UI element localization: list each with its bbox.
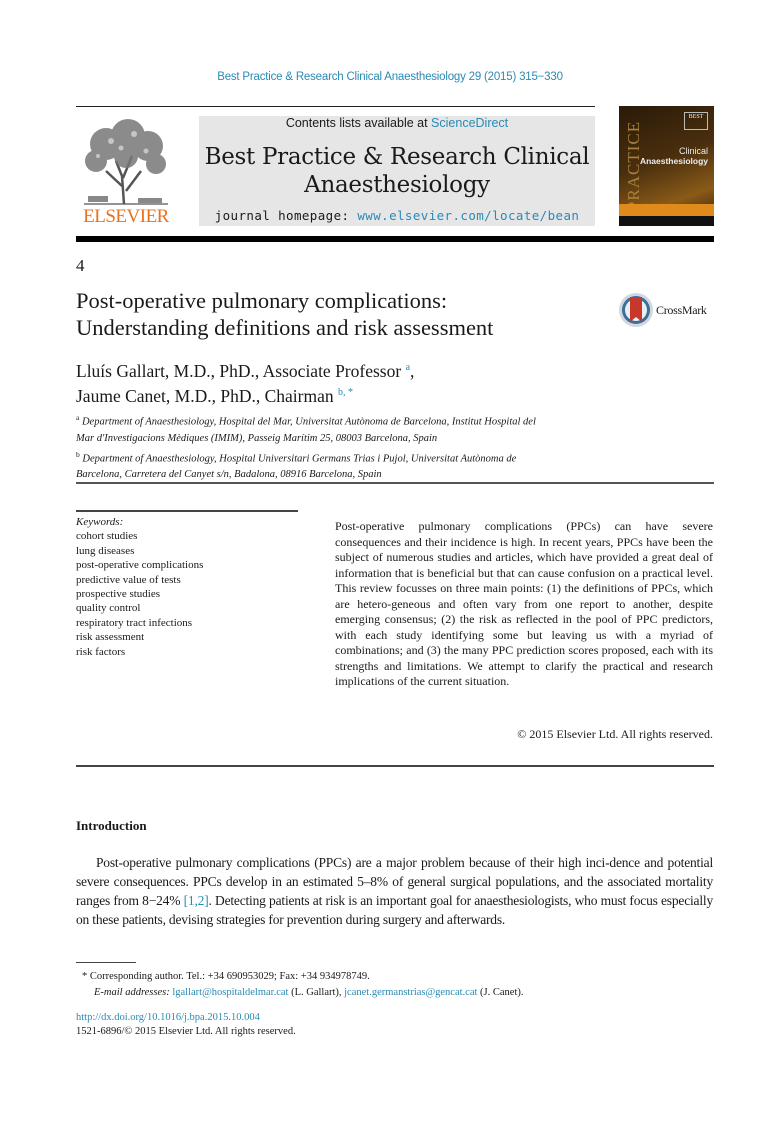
author-separator: ,: [410, 360, 415, 381]
keyword-item: lung diseases: [76, 544, 135, 557]
keyword-item: risk factors: [76, 645, 126, 658]
cover-badge: BEST: [684, 112, 708, 130]
author-name: Jaume Canet, M.D., PhD., Chairman: [76, 385, 334, 406]
affiliation-text: Barcelona, Carretera del Canyet s/n, Bad…: [76, 469, 382, 480]
contents-line: Contents lists available at ScienceDirec…: [199, 116, 595, 130]
keyword-item: respiratory tract infections: [76, 616, 193, 629]
sciencedirect-link[interactable]: ScienceDirect: [431, 116, 508, 130]
affiliation-link[interactable]: b, *: [338, 387, 353, 398]
crossmark-label[interactable]: CrossMark: [656, 303, 707, 318]
keywords-label: Keywords:: [76, 516, 124, 528]
cover-title: Clinical Anaesthesiology: [640, 146, 708, 166]
abstract-rule: [76, 765, 714, 767]
header-thick-rule: [76, 236, 714, 242]
footnote-rule: [76, 962, 136, 963]
article-title-line1: Post-operative pulmonary complications:: [76, 288, 448, 313]
keywords-rule: [76, 510, 298, 512]
affiliation-a: a Department of Anaesthesiology, Hospita…: [76, 410, 636, 447]
author-1: Lluís Gallart, M.D., PhD., Associate Pro…: [76, 357, 636, 382]
affiliation-mark: b: [76, 449, 80, 459]
homepage-prefix: journal homepage:: [214, 208, 358, 223]
affiliation-text: Mar d'Investigacions Mèdiques (IMIM), Pa…: [76, 432, 438, 444]
author-list: Lluís Gallart, M.D., PhD., Associate Pro…: [76, 357, 636, 407]
affiliation-text: Department of Anaesthesiology, Hospital …: [82, 453, 517, 464]
cover-title-bold: Anaesthesiology: [639, 156, 708, 166]
issn-copyright: 1521-6896/© 2015 Elsevier Ltd. All right…: [76, 1026, 296, 1037]
corresponding-author-note: * Corresponding author. Tel.: +34 690953…: [82, 971, 370, 982]
article-title-line2: Understanding definitions and risk asses…: [76, 315, 494, 340]
footnotes: * Corresponding author. Tel.: +34 690953…: [82, 969, 712, 1001]
affiliation-b: b Department of Anaesthesiology, Hospita…: [76, 447, 636, 484]
keyword-item: quality control: [76, 602, 141, 615]
elsevier-wordmark: ELSEVIER: [83, 206, 169, 227]
journal-title: Best Practice & Research Clinical Anaest…: [199, 143, 595, 199]
header-rule: [76, 106, 595, 107]
author-name: Lluís Gallart, M.D., PhD., Associate Pro…: [76, 360, 402, 381]
cover-side-text: PRACTICE: [624, 120, 644, 212]
keyword-item: prospective studies: [76, 588, 161, 601]
journal-homepage-link[interactable]: www.elsevier.com/locate/bean: [357, 208, 579, 223]
affiliation-mark: a: [76, 413, 80, 422]
keyword-item: risk assessment: [76, 631, 145, 644]
article-title: Post-operative pulmonary complications: …: [76, 287, 596, 341]
intro-paragraph: Post-operative pulmonary complications (…: [76, 853, 713, 929]
author-2: Jaume Canet, M.D., PhD., Chairman b, *: [76, 382, 636, 407]
section-heading-introduction: Introduction: [76, 818, 147, 833]
cover-bottom-bar: [619, 216, 714, 226]
journal-citation-link[interactable]: Best Practice & Research Clinical Anaest…: [0, 71, 780, 83]
keyword-item: predictive value of tests: [76, 573, 181, 586]
email-link-canet[interactable]: jcanet.germanstrias@gencat.cat: [344, 987, 477, 998]
affiliation-text: Department of Anaesthesiology, Hospital …: [81, 416, 536, 428]
email-owner: (L. Gallart),: [288, 987, 345, 998]
cover-orange-bar: [619, 204, 714, 216]
reference-link[interactable]: [1,2]: [184, 893, 209, 908]
contents-prefix: Contents lists available at: [285, 116, 432, 130]
abstract-copyright: © 2015 Elsevier Ltd. All rights reserved…: [517, 727, 713, 741]
affiliations: a Department of Anaesthesiology, Hospita…: [76, 410, 636, 483]
keyword-item: cohort studies: [76, 530, 138, 543]
cover-title-light: Clinical: [678, 146, 708, 156]
homepage-line: journal homepage: www.elsevier.com/locat…: [199, 208, 595, 223]
keyword-item: post-operative complications: [76, 559, 204, 572]
journal-title-line1: Best Practice & Research Clinical: [204, 144, 590, 170]
doi-link[interactable]: http://dx.doi.org/10.1016/j.bpa.2015.10.…: [76, 1012, 260, 1023]
journal-title-line2: Anaesthesiology: [304, 172, 490, 198]
email-owner: (J. Canet).: [477, 987, 524, 998]
email-link-gallart[interactable]: lgallart@hospitaldelmar.cat: [172, 987, 288, 998]
abstract-text: Post-operative pulmonary complications (…: [335, 519, 713, 688]
journal-cover-thumbnail[interactable]: BEST PRACTICE Clinical Anaesthesiology: [619, 106, 714, 226]
email-label: E-mail addresses:: [94, 987, 170, 998]
email-addresses: E-mail addresses: lgallart@hospitaldelma…: [82, 985, 712, 1001]
section-rule: [76, 482, 714, 484]
keywords-list: Keywords: cohort studies lung diseases p…: [76, 515, 306, 659]
chapter-number: 4: [76, 256, 85, 275]
